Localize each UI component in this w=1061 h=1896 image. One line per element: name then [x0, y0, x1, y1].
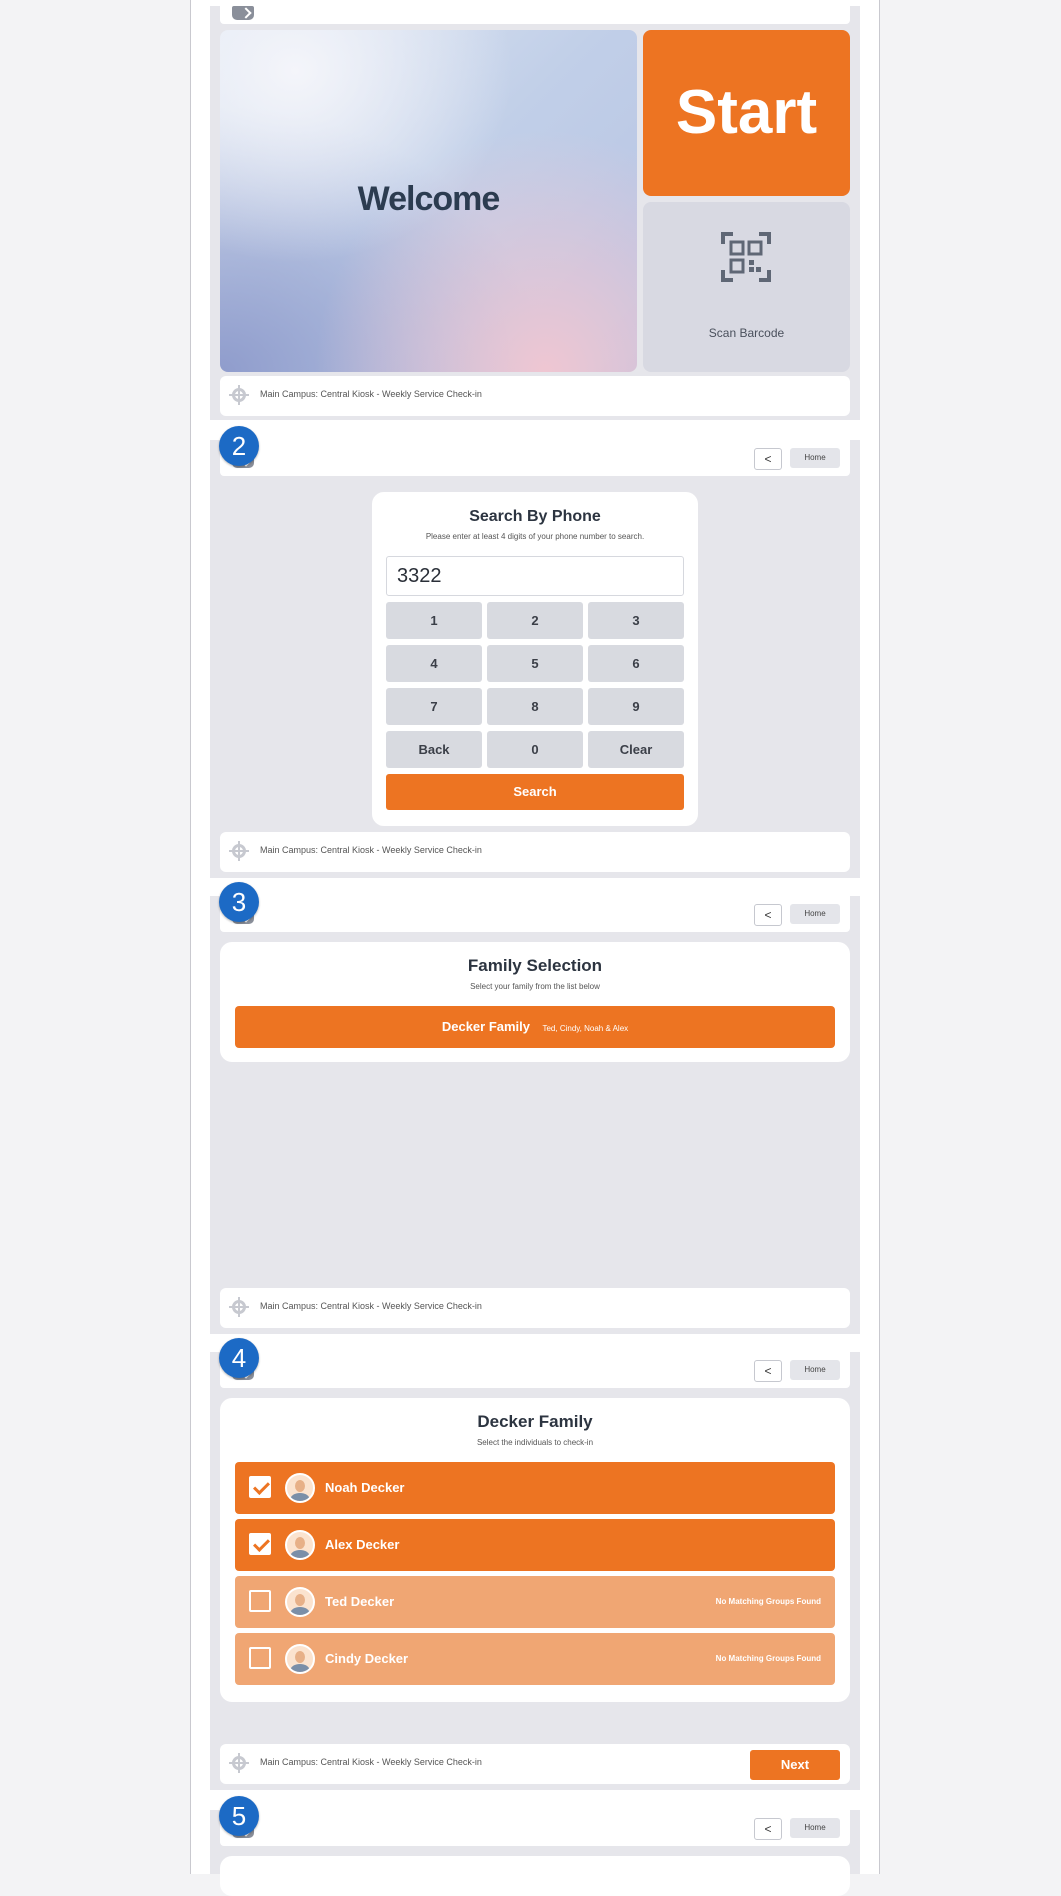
keypad-key-6[interactable]: 6: [588, 645, 684, 682]
keypad-key-1[interactable]: 1: [386, 602, 482, 639]
top-bar: < Home: [220, 896, 850, 932]
phone-search-screen: < Home Search By Phone Please enter at l…: [210, 440, 860, 878]
back-button[interactable]: <: [754, 448, 782, 470]
family-selection-screen: < Home Family Selection Select your fami…: [210, 896, 860, 1334]
person-name: Ted Decker: [325, 1594, 395, 1609]
start-button[interactable]: Start: [643, 30, 850, 196]
avatar: [285, 1530, 315, 1560]
footer-location: Main Campus: Central Kiosk - Weekly Serv…: [260, 845, 482, 855]
welcome-screen: Welcome Start Scan Barcode Main Campus: …: [210, 6, 860, 420]
gear-icon[interactable]: [229, 1753, 249, 1773]
person-row[interactable]: Noah Decker: [235, 1462, 835, 1514]
person-selection-title: Decker Family: [477, 1412, 593, 1431]
avatar: [285, 1587, 315, 1617]
back-button[interactable]: <: [754, 1818, 782, 1840]
kiosk-footer: Main Campus: Central Kiosk - Weekly Serv…: [220, 376, 850, 416]
keypad-key-back[interactable]: Back: [386, 731, 482, 768]
no-groups-note: No Matching Groups Found: [715, 1597, 821, 1606]
phone-input[interactable]: 3322: [386, 556, 684, 596]
home-button[interactable]: Home: [790, 448, 840, 468]
gear-icon[interactable]: [229, 1297, 249, 1317]
scan-barcode-label: Scan Barcode: [708, 326, 785, 340]
top-bar: < Home: [220, 1810, 850, 1846]
family-option-name: Decker Family: [441, 1019, 531, 1034]
home-button[interactable]: Home: [790, 1818, 840, 1838]
gear-icon[interactable]: [229, 385, 249, 405]
step-badge-3: 3: [219, 882, 259, 922]
next-button[interactable]: Next: [750, 1750, 840, 1780]
gear-icon[interactable]: [229, 841, 249, 861]
keypad-key-9[interactable]: 9: [588, 688, 684, 725]
family-selection-card: Family Selection Select your family from…: [220, 942, 850, 1062]
checkbox-checked-icon[interactable]: [249, 1533, 271, 1555]
kiosk-icon: [232, 6, 254, 20]
welcome-title: Welcome: [357, 180, 501, 218]
family-option-button[interactable]: Decker Family Ted, Cindy, Noah & Alex: [235, 1006, 835, 1048]
home-button[interactable]: Home: [790, 1360, 840, 1380]
person-row[interactable]: Cindy Decker No Matching Groups Found: [235, 1633, 835, 1685]
keypad-key-8[interactable]: 8: [487, 688, 583, 725]
checkbox-checked-icon[interactable]: [249, 1476, 271, 1498]
qr-code-icon: [721, 232, 771, 282]
search-button[interactable]: Search: [386, 774, 684, 810]
home-button[interactable]: Home: [790, 904, 840, 924]
checkbox-unchecked-icon[interactable]: [249, 1590, 271, 1612]
step-badge-2: 2: [219, 426, 259, 466]
person-row[interactable]: Alex Decker: [235, 1519, 835, 1571]
phone-search-subtitle: Please enter at least 4 digits of your p…: [425, 532, 645, 541]
back-button[interactable]: <: [754, 904, 782, 926]
next-step-card: [220, 1856, 850, 1896]
no-groups-note: No Matching Groups Found: [715, 1654, 821, 1663]
next-step-screen: < Home: [210, 1810, 860, 1896]
keypad-key-4[interactable]: 4: [386, 645, 482, 682]
avatar: [285, 1644, 315, 1674]
avatar: [285, 1473, 315, 1503]
family-option-members: Ted, Cindy, Noah & Alex: [542, 1024, 629, 1033]
top-bar: < Home: [220, 1352, 850, 1388]
welcome-banner: Welcome: [220, 30, 637, 372]
footer-location: Main Campus: Central Kiosk - Weekly Serv…: [260, 389, 482, 399]
top-bar: < Home: [220, 440, 850, 476]
checkbox-unchecked-icon[interactable]: [249, 1647, 271, 1669]
family-selection-title: Family Selection: [467, 956, 603, 975]
step-badge-5: 5: [219, 1796, 259, 1836]
person-name: Alex Decker: [325, 1537, 400, 1552]
keypad-key-5[interactable]: 5: [487, 645, 583, 682]
phone-search-card: Search By Phone Please enter at least 4 …: [372, 492, 698, 826]
top-bar: [220, 6, 850, 24]
keypad-key-7[interactable]: 7: [386, 688, 482, 725]
kiosk-footer: Main Campus: Central Kiosk - Weekly Serv…: [220, 1744, 850, 1784]
scan-barcode-button[interactable]: Scan Barcode: [643, 202, 850, 372]
back-button[interactable]: <: [754, 1360, 782, 1382]
footer-location: Main Campus: Central Kiosk - Weekly Serv…: [260, 1301, 482, 1311]
person-row[interactable]: Ted Decker No Matching Groups Found: [235, 1576, 835, 1628]
keypad-key-3[interactable]: 3: [588, 602, 684, 639]
person-name: Noah Decker: [325, 1480, 405, 1495]
kiosk-footer: Main Campus: Central Kiosk - Weekly Serv…: [220, 1288, 850, 1328]
person-selection-subtitle: Select the individuals to check-in: [476, 1438, 594, 1447]
kiosk-footer: Main Campus: Central Kiosk - Weekly Serv…: [220, 832, 850, 872]
step-badge-4: 4: [219, 1338, 259, 1378]
person-name: Cindy Decker: [325, 1651, 409, 1666]
footer-location: Main Campus: Central Kiosk - Weekly Serv…: [260, 1757, 482, 1767]
phone-search-title: Search By Phone: [469, 508, 601, 525]
family-selection-subtitle: Select your family from the list below: [470, 982, 600, 991]
person-selection-screen: < Home Decker Family Select the individu…: [210, 1352, 860, 1790]
person-selection-card: Decker Family Select the individuals to …: [220, 1398, 850, 1702]
keypad-key-clear[interactable]: Clear: [588, 731, 684, 768]
keypad-key-0[interactable]: 0: [487, 731, 583, 768]
keypad-key-2[interactable]: 2: [487, 602, 583, 639]
